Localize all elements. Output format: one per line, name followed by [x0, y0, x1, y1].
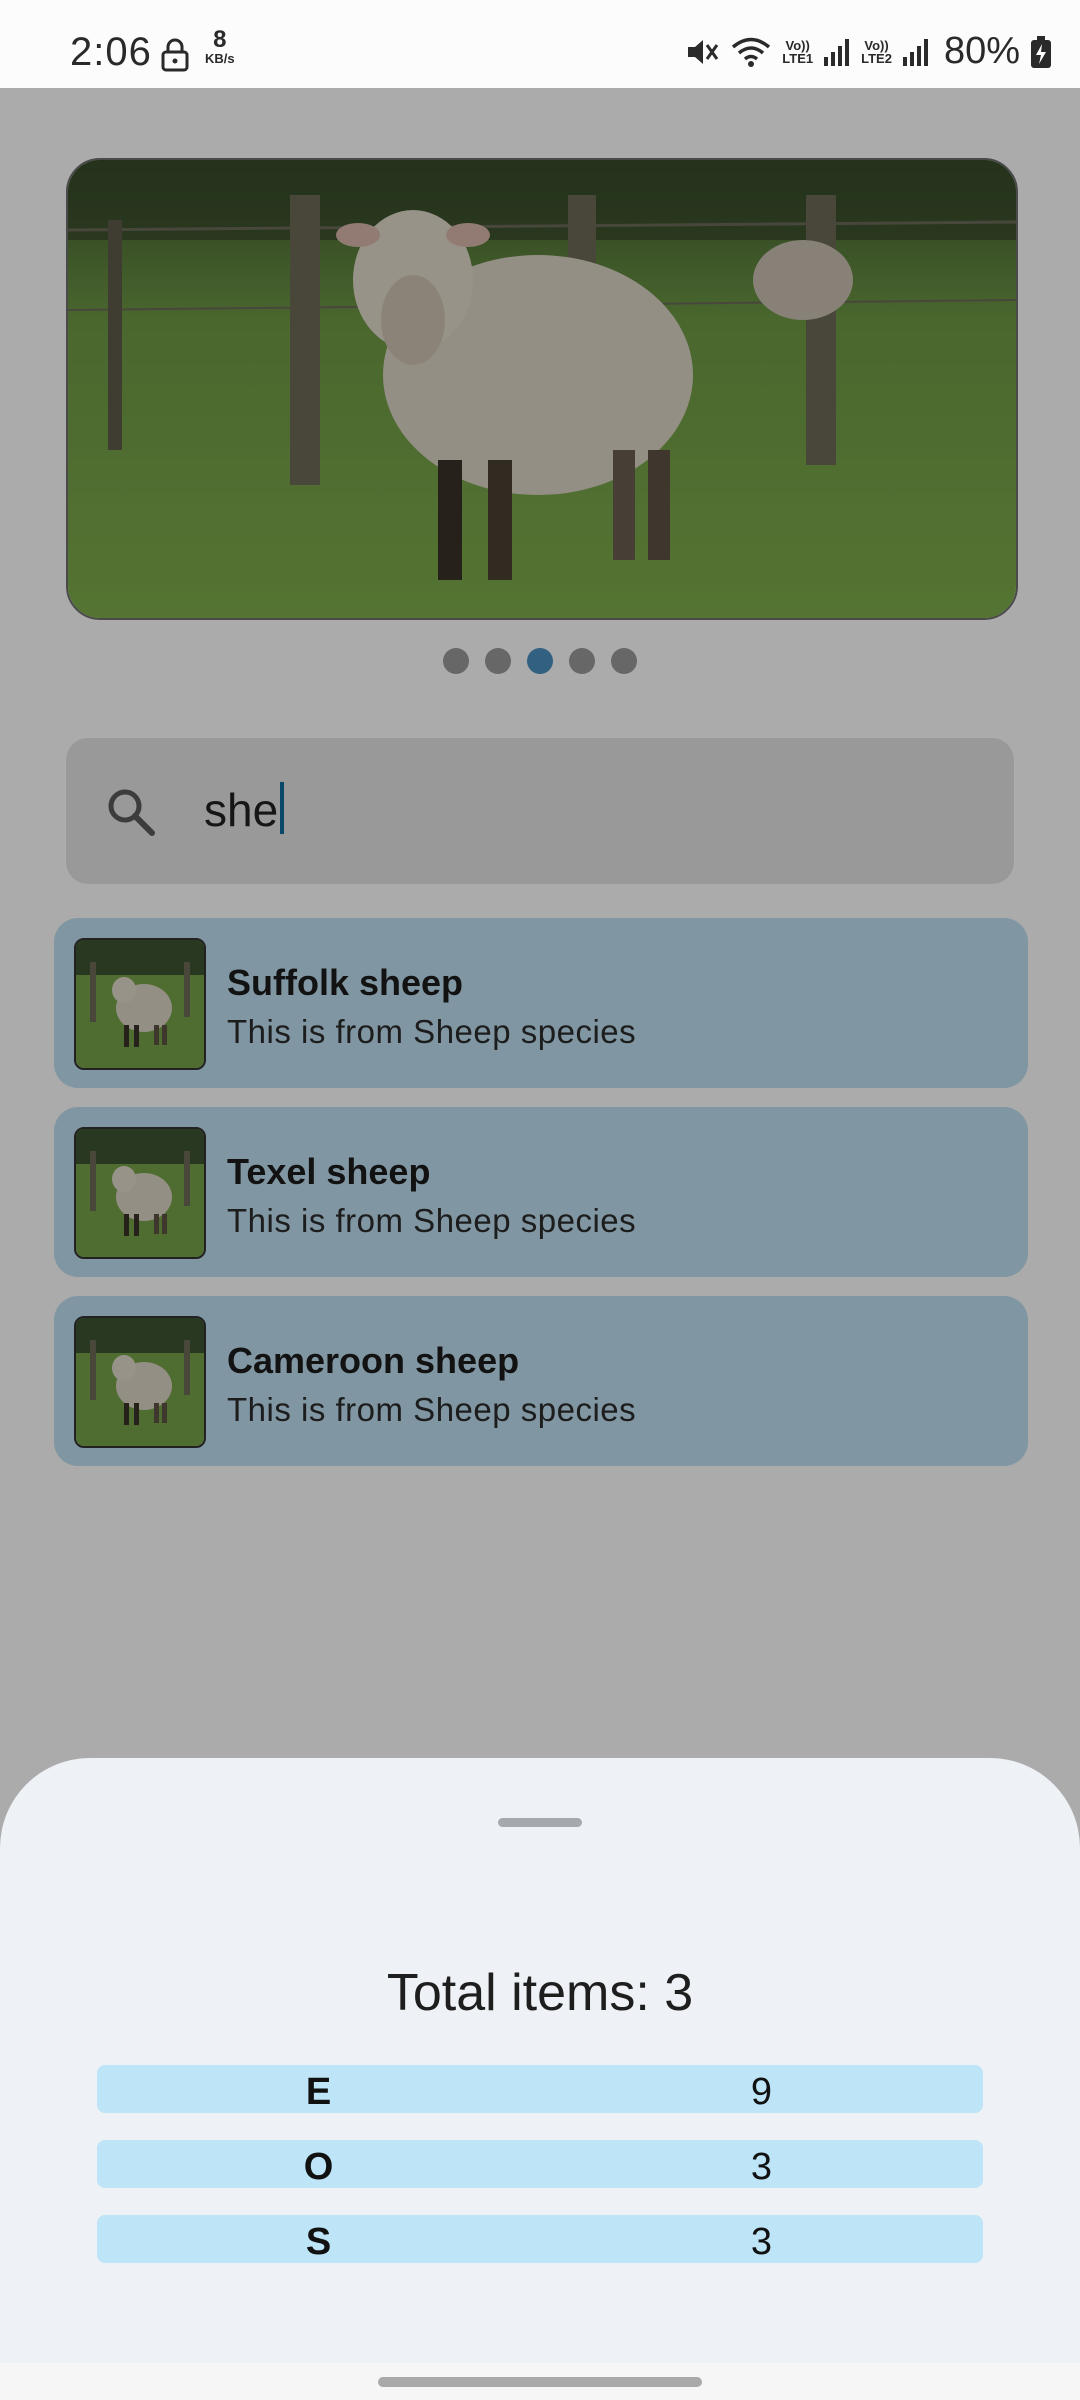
- mute-icon: [688, 39, 719, 64]
- battery-charging-icon: [1031, 35, 1051, 68]
- status-icons: Vo)) LTE1 Vo)) LTE2 80%: [684, 30, 1052, 73]
- volte-lte1-indicator: Vo)) LTE1: [782, 39, 813, 65]
- volte-label-1: Vo)): [785, 37, 810, 53]
- battery-percent: 80%: [943, 30, 1020, 72]
- row-value: 9: [750, 2071, 773, 2113]
- total-items-label: Total items: 3: [386, 1964, 694, 2022]
- network-speed-value: 8: [213, 26, 227, 53]
- row-value: 3: [750, 2221, 773, 2263]
- letter-count-table: E 9 O 3 S 3: [97, 2065, 983, 2290]
- gesture-nav-bar: [0, 2363, 1080, 2400]
- wifi-icon: [732, 37, 771, 67]
- lte2-label: LTE2: [861, 50, 892, 66]
- table-row: E 9: [97, 2065, 983, 2113]
- row-key: O: [303, 2146, 334, 2188]
- lock-icon: [161, 38, 189, 72]
- signal-icon: [824, 38, 850, 66]
- screen: 2:06 8 KB/s Vo)) LTE1 Vo)) LTE2 80% she …: [0, 0, 1080, 2400]
- network-speed-unit: KB/s: [205, 51, 235, 66]
- network-speed: 8 KB/s: [205, 26, 235, 66]
- volte-label-2: Vo)): [864, 37, 889, 53]
- status-time: 2:06: [70, 30, 152, 74]
- status-bar: 2:06 8 KB/s Vo)) LTE1 Vo)) LTE2 80%: [0, 0, 1080, 88]
- drag-handle[interactable]: [498, 1818, 582, 1827]
- lte1-label: LTE1: [782, 50, 814, 66]
- row-key: S: [305, 2221, 332, 2263]
- table-row: S 3: [97, 2215, 983, 2263]
- home-gesture-handle[interactable]: [378, 2377, 702, 2387]
- bottom-sheet: Total items: 3 E 9 O 3 S 3: [0, 1758, 1080, 2363]
- row-value: 3: [750, 2146, 773, 2188]
- table-row: O 3: [97, 2140, 983, 2188]
- volte-lte2-indicator: Vo)) LTE2: [861, 39, 892, 65]
- row-key: E: [305, 2071, 332, 2113]
- signal-icon: [902, 38, 928, 66]
